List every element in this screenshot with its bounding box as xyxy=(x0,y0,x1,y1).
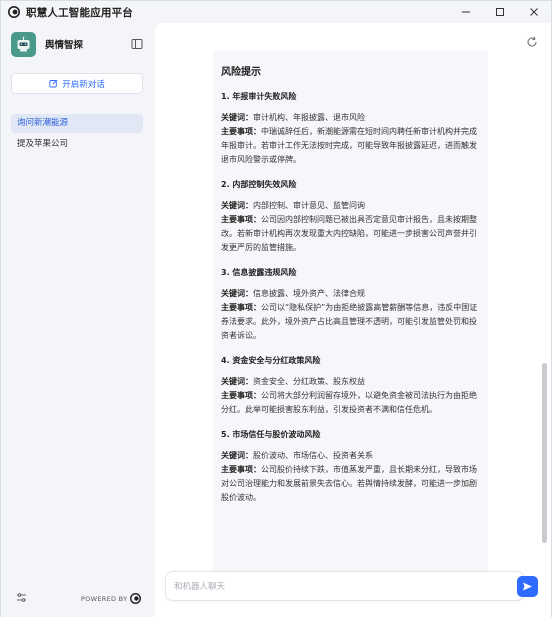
profile-header: 舆情智探 xyxy=(11,31,145,57)
powered-by-label: POWERED BY xyxy=(81,594,128,603)
risk-heading: 风险提示 xyxy=(221,67,261,78)
conversation-item[interactable]: 提及苹果公司 xyxy=(11,135,143,154)
risk-events: 主要事项：公司以“隐私保护”为由拒绝披露高管薪酬等信息，违反中国证券法要求。此外… xyxy=(221,301,480,343)
conversation-list: 询问新潮能源 提及苹果公司 xyxy=(11,114,143,156)
settings-icon[interactable] xyxy=(16,592,27,603)
keywords-label: 关键词： xyxy=(221,451,253,460)
title-bar: 职慧人工智能应用平台 xyxy=(1,1,551,23)
keywords-label: 关键词： xyxy=(221,289,253,298)
scrollbar[interactable] xyxy=(542,363,547,543)
keywords-text: 信息披露、境外资产、法律合规 xyxy=(253,289,365,298)
risk-title: 4. 资金安全与分红政策风险 xyxy=(221,356,321,365)
keywords-text: 资金安全、分红政策、股东权益 xyxy=(253,377,365,386)
risk-title: 5. 市场信任与股价波动风险 xyxy=(221,430,321,439)
powered-by: POWERED BY xyxy=(81,593,142,604)
avatar[interactable] xyxy=(11,31,36,57)
new-chat-icon xyxy=(49,79,58,88)
robot-avatar-icon xyxy=(17,36,30,51)
events-label: 主要事项： xyxy=(221,391,261,400)
risk-title: 3. 信息披露违规风险 xyxy=(221,268,297,277)
conversation-item[interactable]: 询问新潮能源 xyxy=(11,114,143,133)
profile-name: 舆情智探 xyxy=(45,40,84,51)
maximize-button[interactable] xyxy=(483,1,517,23)
close-button[interactable] xyxy=(517,1,551,23)
risk-events: 主要事项：公司因内部控制问题已被出具否定意见审计报告，且未按期整改。若新审计机构… xyxy=(221,213,480,255)
keywords-label: 关键词： xyxy=(221,113,253,122)
app-title: 职慧人工智能应用平台 xyxy=(26,6,133,19)
keywords-text: 审计机构、年报披露、退市风险 xyxy=(253,113,365,122)
risk-item: 1. 年报审计失败风险 关键词：审计机构、年报披露、退市风险 主要事项：中瑞诚辞… xyxy=(221,91,480,167)
keywords-text: 内部控制、审计意见、监管问询 xyxy=(253,201,365,210)
app-window: 职慧人工智能应用平台 舆情智探 开启新对话 询问新潮能源 提及苹果公司 POWE… xyxy=(0,0,552,617)
events-label: 主要事项： xyxy=(221,465,261,474)
chat-input[interactable] xyxy=(174,578,484,596)
new-chat-label: 开启新对话 xyxy=(62,79,105,90)
brand-logo-icon xyxy=(130,593,142,604)
risk-title: 1. 年报审计失败风险 xyxy=(221,92,297,101)
maximize-icon xyxy=(496,8,504,16)
keywords-label: 关键词： xyxy=(221,201,253,210)
risk-events: 主要事项：公司将大部分利润留存境外，以避免资金被司法执行为由拒绝分红。此举可能损… xyxy=(221,389,480,417)
risk-keywords: 关键词：信息披露、境外资产、法律合规 xyxy=(221,287,480,301)
sidebar: 舆情智探 开启新对话 询问新潮能源 提及苹果公司 POWERED BY xyxy=(1,23,155,617)
app-logo-icon xyxy=(8,6,20,18)
risk-events: 主要事项：中瑞诚辞任后，新潮能源需在短时间内聘任新审计机构并完成年报审计。若审计… xyxy=(221,125,480,167)
events-label: 主要事项： xyxy=(221,303,261,312)
risk-keywords: 关键词：资金安全、分红政策、股东权益 xyxy=(221,375,480,389)
sidebar-footer: POWERED BY xyxy=(1,589,155,609)
minimize-icon xyxy=(462,11,470,13)
risk-events: 主要事项：公司股价持续下跌，市值蒸发严重，且长期未分红，导致市场对公司治理能力和… xyxy=(221,463,480,505)
chat-panel: 风险提示 1. 年报审计失败风险 关键词：审计机构、年报披露、退市风险 主要事项… xyxy=(155,23,551,617)
risk-item: 4. 资金安全与分红政策风险 关键词：资金安全、分红政策、股东权益 主要事项：公… xyxy=(221,355,480,417)
refresh-icon[interactable] xyxy=(526,36,538,48)
risk-title: 2. 内部控制失效风险 xyxy=(221,180,297,189)
risk-item: 5. 市场信任与股价波动风险 关键词：股价波动、市场信心、投资者关系 主要事项：… xyxy=(221,429,480,505)
risk-keywords: 关键词：内部控制、审计意见、监管问询 xyxy=(221,199,480,213)
risk-item: 2. 内部控制失效风险 关键词：内部控制、审计意见、监管问询 主要事项：公司因内… xyxy=(221,179,480,255)
risk-keywords: 关键词：股价波动、市场信心、投资者关系 xyxy=(221,449,480,463)
new-chat-button[interactable]: 开启新对话 xyxy=(11,73,143,94)
window-controls xyxy=(449,1,551,23)
sidebar-toggle-icon[interactable] xyxy=(131,38,143,50)
risk-item: 3. 信息披露违规风险 关键词：信息披露、境外资产、法律合规 主要事项：公司以“… xyxy=(221,267,480,343)
chat-input-bar xyxy=(165,571,538,601)
risk-keywords: 关键词：审计机构、年报披露、退市风险 xyxy=(221,111,480,125)
send-icon xyxy=(523,582,532,591)
close-icon xyxy=(530,8,538,16)
keywords-label: 关键词： xyxy=(221,377,253,386)
minimize-button[interactable] xyxy=(449,1,483,23)
message-content: 风险提示 1. 年报审计失败风险 关键词：审计机构、年报披露、退市风险 主要事项… xyxy=(213,51,488,586)
keywords-text: 股价波动、市场信心、投资者关系 xyxy=(253,451,373,460)
events-label: 主要事项： xyxy=(221,127,261,136)
events-label: 主要事项： xyxy=(221,215,261,224)
send-button[interactable] xyxy=(517,576,538,597)
